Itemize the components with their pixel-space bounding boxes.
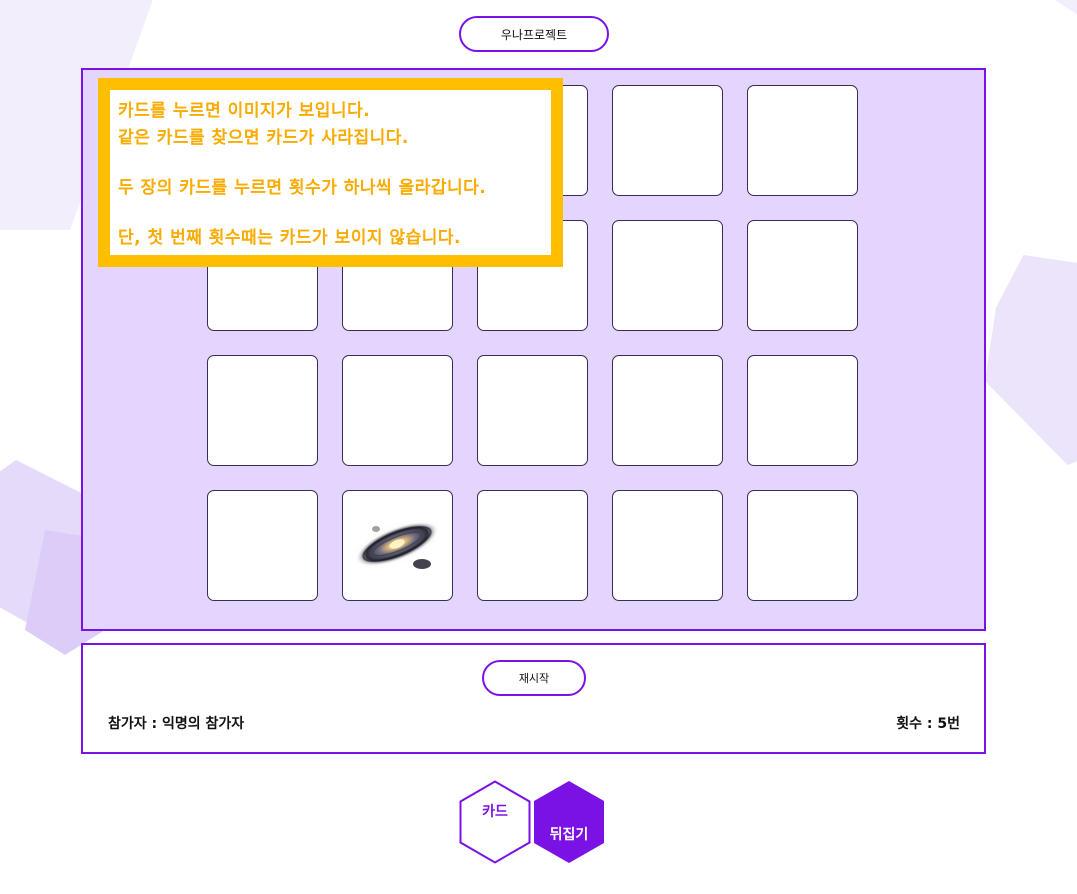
card-revealed[interactable] [342, 490, 453, 601]
instruction-line: 카드를 누르면 이미지가 보입니다. [118, 101, 371, 121]
instructions-box: 카드를 누르면 이미지가 보입니다. 같은 카드를 찾으면 카드가 사라집니다.… [98, 78, 563, 267]
card[interactable] [477, 490, 588, 601]
card[interactable] [612, 85, 723, 196]
card[interactable] [477, 355, 588, 466]
card-mode-label: 카드 [482, 804, 508, 820]
instruction-line: 단, 첫 번째 횟수때는 카드가 보이지 않습니다. [118, 228, 461, 248]
participant-label: 참가자 : 익명의 참가자 [108, 716, 245, 732]
card-mode-button[interactable]: 카드 [459, 780, 531, 864]
background-shape [1040, 0, 1077, 30]
card[interactable] [612, 220, 723, 331]
instruction-line: 같은 카드를 찾으면 카드가 사라집니다. [118, 128, 409, 148]
hexagon-outline-icon [459, 780, 531, 864]
card[interactable] [612, 355, 723, 466]
hexagon-filled-icon [534, 781, 604, 863]
instruction-line: 두 장의 카드를 누르면 횟수가 하나씩 올라갑니다. [118, 178, 487, 198]
instructions-content: 카드를 누르면 이미지가 보입니다. 같은 카드를 찾으면 카드가 사라집니다.… [110, 90, 551, 255]
flip-mode-button[interactable]: 뒤집기 [533, 780, 605, 864]
card[interactable] [612, 490, 723, 601]
background-shape [985, 255, 1077, 465]
card[interactable] [747, 490, 858, 601]
attempt-count: 횟수 : 5번 [896, 716, 960, 732]
card[interactable] [747, 85, 858, 196]
card[interactable] [747, 220, 858, 331]
game-info-panel: 재시작 참가자 : 익명의 참가자 횟수 : 5번 [81, 643, 986, 754]
card[interactable] [342, 355, 453, 466]
card[interactable] [207, 490, 318, 601]
project-title-button[interactable]: 우나프로젝트 [459, 16, 609, 52]
card[interactable] [207, 355, 318, 466]
galaxy-image [348, 515, 446, 573]
card[interactable] [747, 355, 858, 466]
restart-button[interactable]: 재시작 [482, 660, 586, 696]
flip-mode-label: 뒤집기 [549, 827, 589, 843]
